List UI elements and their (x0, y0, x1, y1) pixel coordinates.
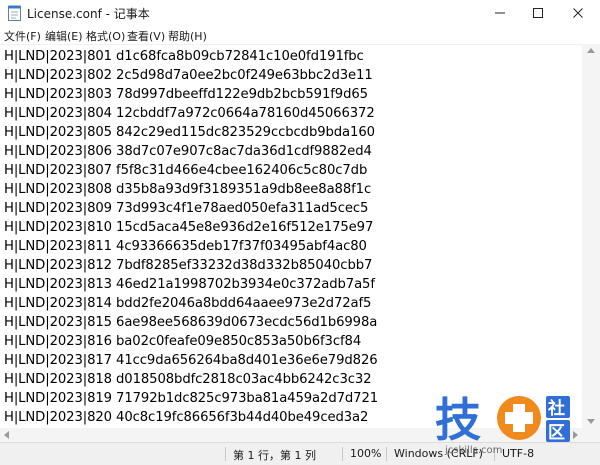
close-button[interactable] (558, 0, 598, 26)
zoom-level: 100% (350, 447, 382, 460)
menu-file[interactable]: 文件(F) (4, 28, 41, 44)
minimize-button[interactable] (480, 0, 520, 26)
scroll-up-arrow-icon[interactable] (587, 48, 595, 53)
text-line: H|LND|2023|820 40c8c19fc86656f3b44d40be4… (4, 410, 369, 425)
window-title: License.conf - 记事本 (27, 7, 150, 21)
text-line: H|LND|2023|801 d1c68fca8b09cb72841c10e0f… (4, 49, 364, 64)
text-line: H|LND|2023|811 4c93366635deb17f37f03495a… (4, 239, 367, 254)
text-line: H|LND|2023|817 41cc9da656264ba8d401e36e6… (4, 353, 378, 368)
vertical-scrollbar[interactable] (582, 44, 600, 428)
title-bar[interactable]: License.conf - 记事本 (0, 0, 600, 26)
menu-help[interactable]: 帮助(H) (168, 28, 207, 44)
status-divider (342, 447, 343, 461)
svg-text:区: 区 (548, 423, 565, 443)
notepad-window: License.conf - 记事本 文件(F) 编辑(E) 格式(O) 查看(… (0, 0, 600, 465)
menu-edit[interactable]: 编辑(E) (45, 28, 83, 44)
notepad-app-icon (8, 5, 21, 21)
text-line: H|LND|2023|815 6ae98ee568639d0673ecdc56d… (4, 315, 378, 330)
svg-text:社: 社 (547, 398, 565, 419)
status-divider (386, 447, 387, 461)
maximize-button[interactable] (518, 0, 558, 26)
minimize-icon (495, 12, 505, 14)
text-line: H|LND|2023|812 7bdf8285ef33232d38d332b85… (4, 258, 373, 273)
menu-bar: 文件(F) 编辑(E) 格式(O) 查看(V) 帮助(H) (0, 26, 600, 44)
menu-format[interactable]: 格式(O) (86, 28, 125, 44)
text-line: H|LND|2023|805 842c29ed115dc823529ccbcdb… (4, 125, 375, 140)
cursor-position: 第 1 行，第 1 列 (233, 449, 316, 462)
text-line: H|LND|2023|814 bdd2fe2046a8bdd64aaee973e… (4, 296, 372, 311)
close-icon (573, 8, 583, 18)
text-line: H|LND|2023|807 f5f8c31d466e4cbee162406c5… (4, 163, 368, 178)
text-line: H|LND|2023|816 ba02c0feafe09e850c853a50b… (4, 334, 362, 349)
scroll-left-arrow-icon[interactable] (4, 431, 9, 439)
maximize-icon (533, 8, 543, 18)
text-line: H|LND|2023|808 d35b8a93d9f3189351a9db8ee… (4, 182, 372, 197)
text-line: H|LND|2023|802 2c5d98d7a0ee2bc0f249e63bb… (4, 68, 373, 83)
text-line: H|LND|2023|810 15cd5aca45e8e936d2e16f512… (4, 220, 374, 235)
text-line: H|LND|2023|806 38d7c07e907c8ac7da36d1cdf… (4, 144, 372, 159)
svg-text:技: 技 (435, 393, 481, 447)
text-line: H|LND|2023|813 46ed21a1998702b3934e0c372… (4, 277, 375, 292)
text-line: H|LND|2023|819 71792b1dc825c973ba81a459a… (4, 391, 379, 406)
text-line: H|LND|2023|803 78d997dbeeffd122e9db2bcb5… (4, 87, 368, 102)
text-line: H|LND|2023|818 d018508bdfc2818c03ac4bb62… (4, 372, 372, 387)
text-line: H|LND|2023|804 12cbddf7a972c0664a78160d4… (4, 106, 375, 121)
status-divider (225, 447, 226, 461)
watermark-logo: 技 社 区 (433, 384, 593, 454)
menu-view[interactable]: 查看(V) (127, 28, 165, 44)
text-line: H|LND|2023|809 73d993c4f1e78aed050efa311… (4, 201, 369, 216)
watermark-url: jcskills.com (445, 445, 503, 456)
text-editor-area[interactable]: H|LND|2023|801 d1c68fca8b09cb72841c10e0f… (0, 44, 582, 429)
